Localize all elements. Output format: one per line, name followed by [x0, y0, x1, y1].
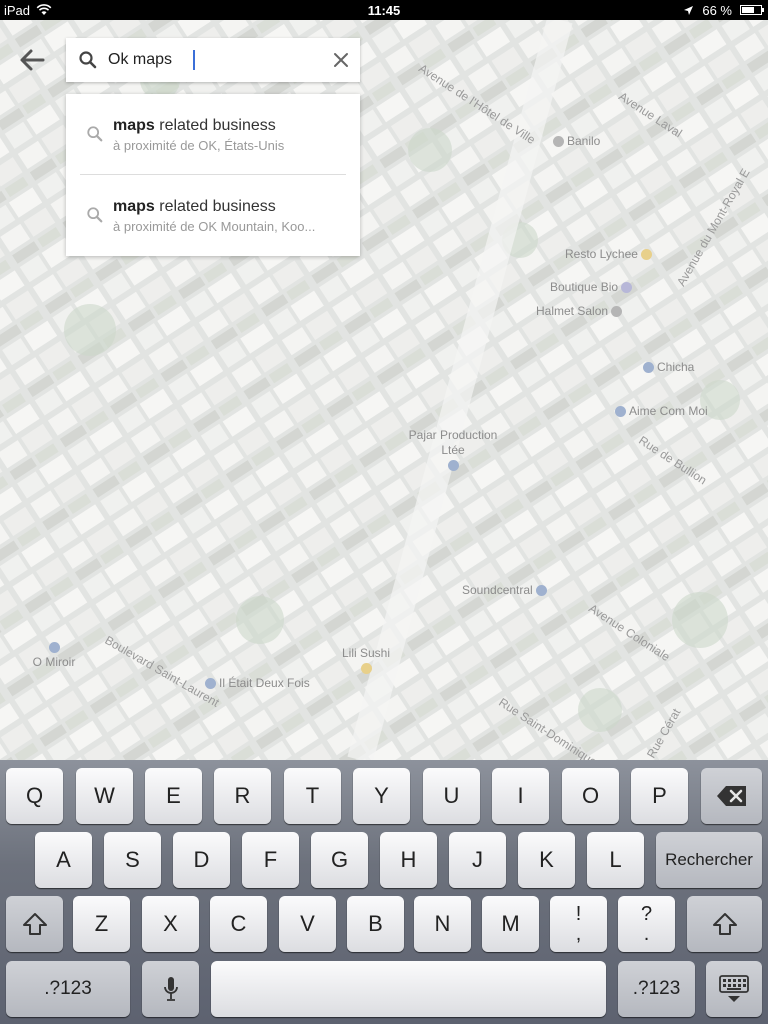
hide-keyboard-key[interactable]: [706, 961, 762, 1017]
key-v[interactable]: V: [279, 896, 336, 952]
dictation-key[interactable]: [142, 961, 199, 1017]
map-place-label[interactable]: Pajar Production Ltée: [398, 428, 508, 473]
key-t[interactable]: T: [284, 768, 341, 824]
close-icon[interactable]: [332, 51, 350, 69]
suggestion-title: maps related business: [113, 117, 276, 134]
backspace-key[interactable]: [701, 768, 762, 824]
key-j[interactable]: J: [449, 832, 506, 888]
status-bar: iPad 11:45 66 %: [0, 0, 768, 20]
map-place-label[interactable]: Halmet Salon: [536, 304, 625, 318]
microphone-icon: [163, 977, 178, 1001]
suggestion-subtitle: à proximité de OK Mountain, Koo...: [113, 219, 316, 234]
key-z[interactable]: Z: [73, 896, 130, 952]
key-y[interactable]: Y: [353, 768, 410, 824]
map-place-label[interactable]: Il Était Deux Fois: [202, 676, 310, 690]
map-place-label[interactable]: Chicha: [640, 360, 694, 374]
shift-icon: [712, 913, 737, 935]
map-place-label[interactable]: O Miroir: [30, 640, 78, 670]
space-key[interactable]: [211, 961, 606, 1017]
shift-key-right[interactable]: [687, 896, 762, 952]
key-exclaim-comma[interactable]: !,: [550, 896, 607, 952]
wifi-icon: [36, 4, 52, 15]
battery-icon: [740, 5, 764, 15]
key-d[interactable]: D: [173, 832, 230, 888]
search-icon: [79, 51, 97, 69]
battery-percent: 66 %: [702, 2, 732, 18]
key-i[interactable]: I: [492, 768, 549, 824]
key-r[interactable]: R: [214, 768, 271, 824]
map-place-label[interactable]: Resto Lychee: [565, 247, 655, 261]
search-icon: [87, 126, 103, 142]
key-c[interactable]: C: [210, 896, 267, 952]
shift-icon: [22, 913, 47, 935]
key-g[interactable]: G: [311, 832, 368, 888]
back-button[interactable]: [16, 44, 48, 76]
search-icon: [87, 207, 103, 223]
key-x[interactable]: X: [142, 896, 199, 952]
device-name: iPad: [4, 2, 31, 18]
key-l[interactable]: L: [587, 832, 644, 888]
search-key[interactable]: Rechercher: [656, 832, 762, 888]
suggestion-title: maps related business: [113, 198, 276, 215]
map-place-label[interactable]: Soundcentral: [462, 583, 550, 597]
search-input[interactable]: [108, 51, 194, 69]
key-e[interactable]: E: [145, 768, 202, 824]
map-place-label[interactable]: Aime Com Moi: [612, 404, 708, 418]
location-arrow-icon: [684, 5, 694, 15]
text-caret: [193, 50, 195, 70]
suggestion-item[interactable]: maps related business à proximité de OK …: [66, 175, 360, 255]
back-arrow-icon: [20, 49, 45, 71]
key-f[interactable]: F: [242, 832, 299, 888]
key-w[interactable]: W: [76, 768, 133, 824]
map-place-label[interactable]: Lili Sushi: [336, 646, 396, 676]
key-h[interactable]: H: [380, 832, 437, 888]
numbers-key-right[interactable]: .?123: [618, 961, 695, 1017]
shift-key-left[interactable]: [6, 896, 63, 952]
map-place-label[interactable]: Banilo: [550, 134, 600, 148]
key-s[interactable]: S: [104, 832, 161, 888]
key-a[interactable]: A: [35, 832, 92, 888]
key-u[interactable]: U: [423, 768, 480, 824]
suggestions-dropdown: maps related business à proximité de OK,…: [66, 94, 360, 256]
key-question-period[interactable]: ?.: [618, 896, 675, 952]
clock: 11:45: [367, 2, 401, 18]
search-bar[interactable]: [66, 38, 360, 82]
key-n[interactable]: N: [414, 896, 471, 952]
backspace-icon: [716, 786, 746, 806]
suggestion-subtitle: à proximité de OK, États-Unis: [113, 138, 285, 153]
key-o[interactable]: O: [562, 768, 619, 824]
key-q[interactable]: Q: [6, 768, 63, 824]
map-place-label[interactable]: Boutique Bio: [550, 280, 635, 294]
key-p[interactable]: P: [631, 768, 688, 824]
keyboard-hide-icon: [719, 975, 749, 1002]
onscreen-keyboard: Q W E R T Y U I O P A S D F G H J K L Re…: [0, 760, 768, 1024]
numbers-key-left[interactable]: .?123: [6, 961, 130, 1017]
suggestion-item[interactable]: maps related business à proximité de OK,…: [66, 94, 360, 174]
key-b[interactable]: B: [347, 896, 404, 952]
key-k[interactable]: K: [518, 832, 575, 888]
key-m[interactable]: M: [482, 896, 539, 952]
